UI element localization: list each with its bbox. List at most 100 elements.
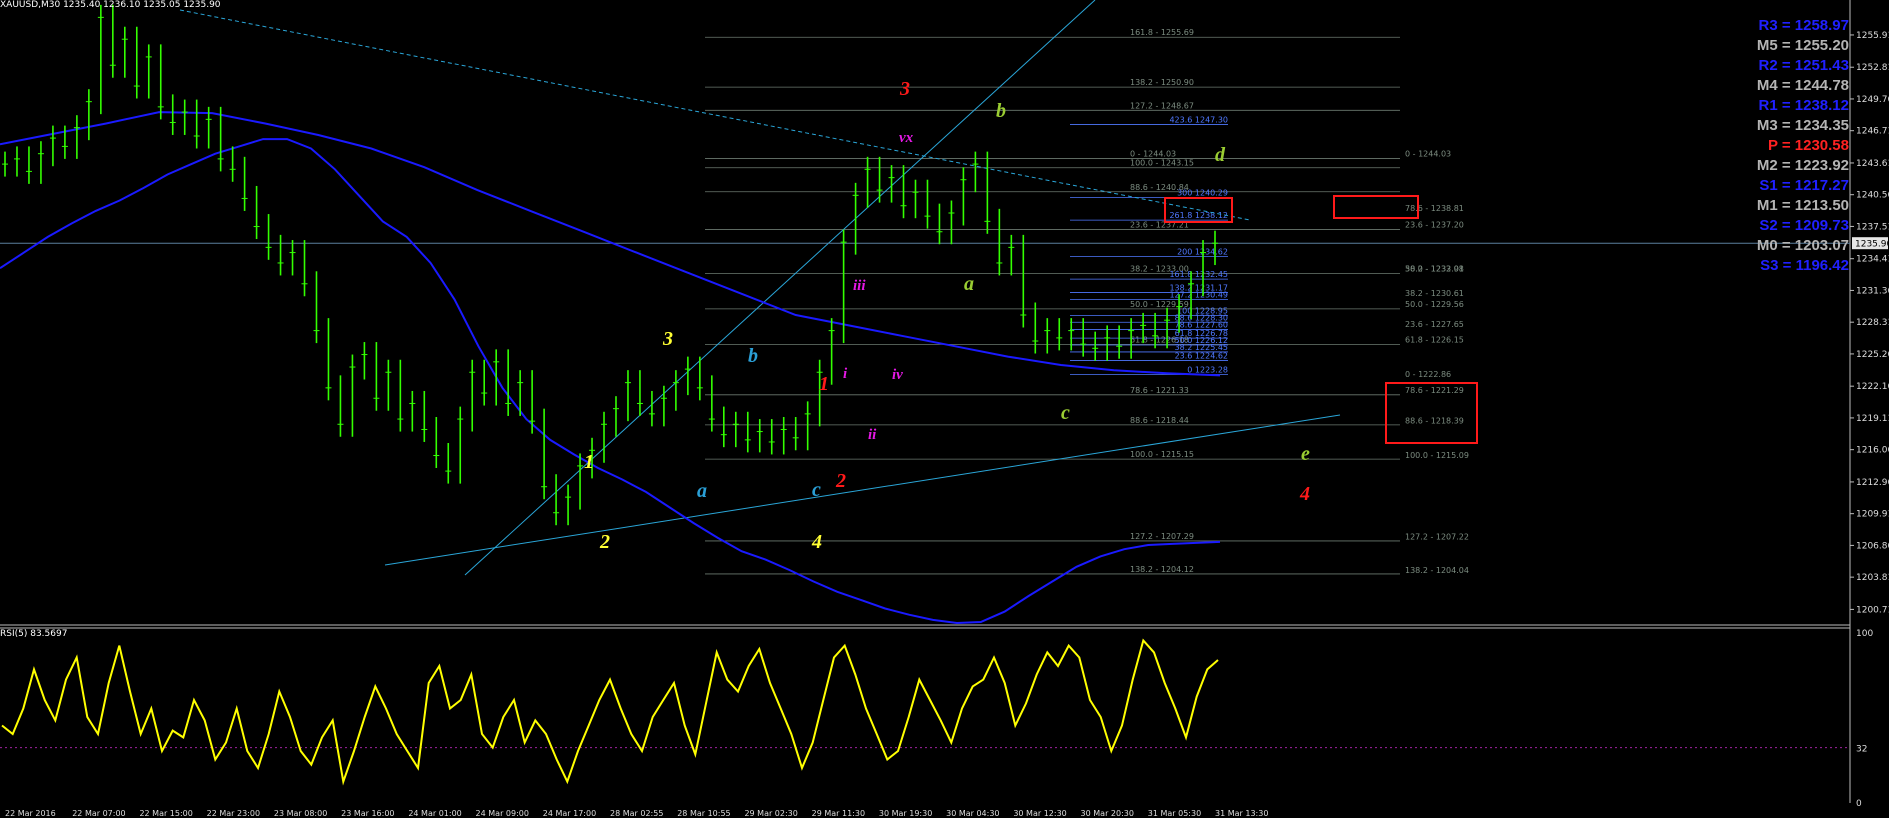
- time-label: 24 Mar 17:00: [543, 809, 596, 818]
- wave-label: 1: [584, 451, 594, 473]
- rsi-panel: 100 32 0: [0, 629, 1873, 809]
- rsi-label: RSI(5) 83.5697: [0, 629, 68, 639]
- main-panel: [0, 0, 1851, 803]
- wave-label: 3: [662, 328, 673, 350]
- wave-label: e: [1301, 443, 1310, 465]
- price-tick-label: 1243.61: [1856, 159, 1889, 169]
- price-tick-label: 1237.51: [1856, 222, 1889, 232]
- fib-label: 100.0 - 1215.15: [1130, 450, 1194, 459]
- time-label: 22 Mar 07:00: [72, 809, 125, 818]
- fib-ext-label: 300 1240.29: [1177, 189, 1228, 198]
- pivot-level: R3 = 1258.97: [1758, 17, 1850, 34]
- wave-label: 4: [1299, 483, 1310, 505]
- price-tick-label: 1203.81: [1856, 573, 1889, 583]
- fib-label: 38.2 - 1232.98: [1405, 265, 1464, 274]
- price-chart[interactable]: 161.8 - 1255.69 138.2 - 1250.90 127.2 - 12…: [0, 0, 1889, 818]
- fib-label: 161.8 - 1255.69: [1130, 28, 1194, 37]
- time-label: 28 Mar 10:55: [677, 809, 730, 818]
- fib-label: 127.2 - 1207.29: [1130, 532, 1194, 541]
- time-label: 29 Mar 02:30: [744, 809, 797, 818]
- current-price-label: 1235.90: [1855, 240, 1889, 250]
- pivot-level: M1 = 1213.50: [1756, 197, 1849, 214]
- fib-label: 0 - 1244.03: [1405, 150, 1451, 159]
- time-label: 22 Mar 23:00: [207, 809, 260, 818]
- price-tick-label: 1225.26: [1856, 350, 1889, 360]
- pivot-level: R2 = 1251.43: [1758, 57, 1850, 74]
- price-tick-label: 1212.96: [1856, 478, 1889, 488]
- price-tick-label: 1231.36: [1856, 286, 1889, 296]
- time-label: 22 Mar 2016: [5, 809, 56, 818]
- wave-label: b: [748, 345, 758, 367]
- fib-label: 61.8 - 1226.15: [1405, 336, 1464, 345]
- fib-label: 138.2 - 1250.90: [1130, 78, 1194, 87]
- price-tick-label: 1246.71: [1856, 127, 1889, 137]
- price-tick-label: 1209.91: [1856, 510, 1889, 520]
- fib-label: 23.6 - 1237.20: [1405, 221, 1464, 230]
- fib-ext-label: 261.8 1238.12: [1169, 211, 1228, 220]
- pivot-level: M4 = 1244.78: [1756, 77, 1849, 94]
- fib-label: 0 - 1244.03: [1130, 150, 1176, 159]
- fib-label: 88.6 - 1218.44: [1130, 416, 1189, 425]
- rsi-level-label: 100: [1856, 629, 1873, 639]
- wave-label: c: [1061, 402, 1070, 424]
- wave-label: c: [812, 479, 821, 501]
- price-tick-label: 1234.41: [1856, 255, 1889, 265]
- price-tick-label: 1206.86: [1856, 541, 1889, 551]
- fib-label: 78.6 - 1221.33: [1130, 386, 1189, 395]
- price-tick-label: 1249.76: [1856, 95, 1889, 105]
- price-tick-label: 1219.11: [1856, 414, 1889, 424]
- fib-label: 127.2 - 1207.22: [1405, 533, 1469, 542]
- time-label: 22 Mar 15:00: [139, 809, 192, 818]
- price-tick-label: 1200.71: [1856, 605, 1889, 615]
- pivot-level: R1 = 1238.12: [1758, 97, 1850, 114]
- wave-label: ii: [868, 427, 877, 443]
- pivot-level: S3 = 1196.42: [1760, 257, 1849, 274]
- trendline: [179, 9, 1251, 221]
- price-candles: [2, 4, 1218, 526]
- wave-label: i: [843, 366, 848, 382]
- time-label: 24 Mar 09:00: [476, 809, 529, 818]
- time-label: 23 Mar 08:00: [274, 809, 327, 818]
- price-tick-label: 1240.56: [1856, 191, 1889, 201]
- trendline: [464, 0, 1096, 576]
- wave-label: d: [1215, 144, 1226, 166]
- fib-label: 127.2 - 1248.67: [1130, 101, 1194, 110]
- fib-ext-label: 127.2 1230.49: [1169, 290, 1228, 299]
- pivot-level: P = 1230.58: [1767, 137, 1849, 154]
- moving-averages: [0, 111, 1221, 625]
- time-label: 28 Mar 02:55: [610, 809, 663, 818]
- time-label: 30 Mar 20:30: [1081, 809, 1134, 818]
- wave-label: vx: [899, 130, 914, 146]
- ma-slow-line: [0, 111, 1221, 377]
- wave-label: iv: [892, 367, 903, 383]
- fib-ext-label: 0 1223.28: [1187, 366, 1228, 375]
- pivot-level: S1 = 1217.27: [1759, 177, 1849, 194]
- fib-label: 50.0 - 1229.56: [1405, 300, 1464, 309]
- time-label: 30 Mar 12:30: [1013, 809, 1066, 818]
- fib-label: 88.6 - 1218.39: [1405, 416, 1464, 425]
- chart-header: XAUUSD,M30 1235.40 1236.10 1235.05 1235.…: [0, 0, 221, 10]
- fib-label: 23.6 - 1227.65: [1405, 320, 1464, 329]
- fib-label: 78.6 - 1221.29: [1405, 386, 1464, 395]
- price-tick-label: 1255.91: [1856, 31, 1889, 41]
- rsi-line: [1, 638, 1219, 786]
- fib-ext-label: 161.8 1232.45: [1169, 270, 1228, 279]
- fib-label: 138.2 - 1204.04: [1405, 566, 1469, 575]
- fib-label: 0 - 1222.86: [1405, 370, 1451, 379]
- fib-ext-label: 23.6 1224.62: [1175, 352, 1228, 361]
- price-axis: 1255.91 1252.81 1249.76 1246.71 1243.61 1240.…: [1850, 31, 1889, 615]
- pivot-level: S2 = 1209.73: [1759, 217, 1849, 234]
- fib-label: 100.0 - 1215.09: [1405, 451, 1469, 460]
- fib-ext-label: 423.6 1247.30: [1169, 116, 1228, 125]
- fib-label: 38.2 - 1230.61: [1405, 289, 1464, 298]
- fib-label: 138.2 - 1204.12: [1130, 565, 1194, 574]
- wave-label: a: [697, 480, 707, 502]
- wave-label: 2: [599, 531, 610, 553]
- price-tick-label: 1252.81: [1856, 63, 1889, 73]
- price-tick-label: 1222.16: [1856, 382, 1889, 392]
- time-label: 31 Mar 13:30: [1215, 809, 1268, 818]
- rsi-level-label: 0: [1856, 799, 1862, 809]
- time-axis: 22 Mar 2016 22 Mar 07:00 22 Mar 15:00 22 Ma…: [5, 809, 1268, 818]
- pivot-level: M3 = 1234.35: [1756, 117, 1849, 134]
- ma-fast-line: [0, 138, 1221, 625]
